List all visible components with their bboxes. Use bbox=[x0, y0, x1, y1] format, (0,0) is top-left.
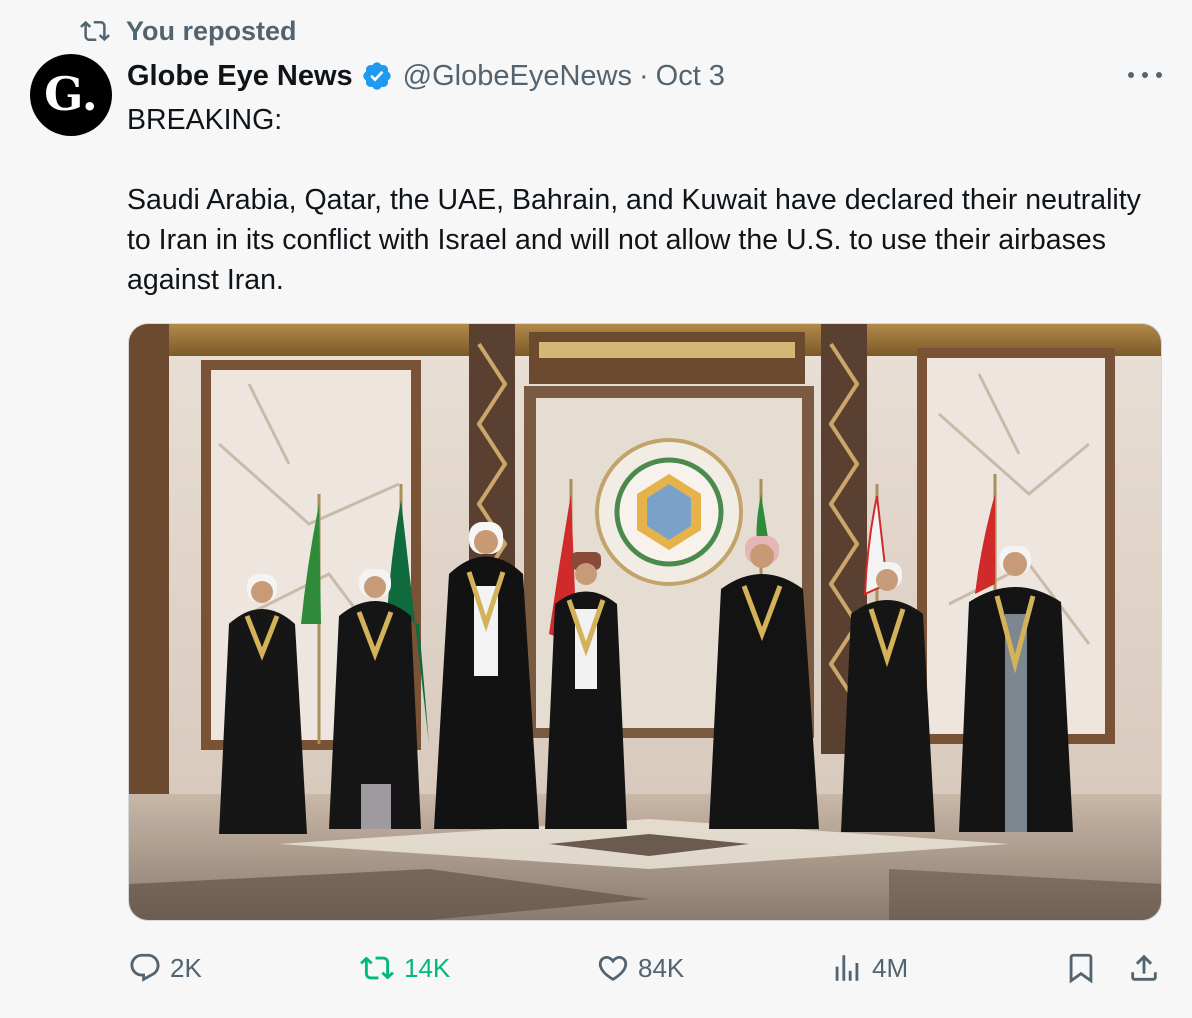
tweet-photo[interactable] bbox=[128, 323, 1162, 921]
globe-eye-logo: G. bbox=[44, 67, 98, 121]
repost-count: 14K bbox=[404, 952, 451, 983]
share-icon bbox=[1131, 954, 1157, 981]
views-button[interactable]: 4M bbox=[830, 944, 908, 992]
like-button[interactable]: 84K bbox=[596, 944, 684, 992]
avatar-letter: G. bbox=[44, 67, 98, 121]
author-handle[interactable]: @GlobeEyeNews bbox=[403, 60, 632, 93]
avatar[interactable]: G. bbox=[30, 54, 112, 136]
tweet-text-line: BREAKING: bbox=[127, 104, 283, 136]
like-count: 84K bbox=[638, 952, 685, 983]
views-icon bbox=[835, 955, 859, 981]
reply-button[interactable]: 2K bbox=[128, 944, 202, 992]
repost-icon bbox=[360, 956, 394, 980]
header-separator: · bbox=[638, 59, 649, 92]
bookmark-button[interactable] bbox=[1064, 944, 1098, 992]
tweet-header: Globe Eye News @GlobeEyeNews · Oct 3 bbox=[127, 56, 725, 96]
more-options-icon[interactable] bbox=[1126, 60, 1164, 90]
repost-icon bbox=[80, 20, 110, 42]
summit-group-photo bbox=[129, 324, 1161, 920]
bookmark-icon bbox=[1069, 953, 1093, 984]
heart-icon bbox=[598, 955, 628, 981]
repost-button[interactable]: 14K bbox=[358, 944, 450, 992]
repost-banner-label: You reposted bbox=[126, 15, 297, 46]
repost-banner: You reposted bbox=[78, 14, 297, 48]
reply-count: 2K bbox=[170, 952, 202, 983]
views-count: 4M bbox=[872, 952, 909, 983]
verified-badge-icon bbox=[362, 62, 391, 90]
author-display-name[interactable]: Globe Eye News bbox=[127, 60, 353, 93]
action-bar: 2K 14K 84K 4M bbox=[0, 944, 1192, 992]
tweet-text: BREAKING: Saudi Arabia, Qatar, the UAE, … bbox=[127, 100, 1157, 300]
share-button[interactable] bbox=[1127, 944, 1161, 992]
tweet-date[interactable]: Oct 3 bbox=[656, 60, 725, 93]
tweet-text-line: Saudi Arabia, Qatar, the UAE, Bahrain, a… bbox=[127, 184, 1141, 296]
reply-icon bbox=[130, 953, 160, 982]
